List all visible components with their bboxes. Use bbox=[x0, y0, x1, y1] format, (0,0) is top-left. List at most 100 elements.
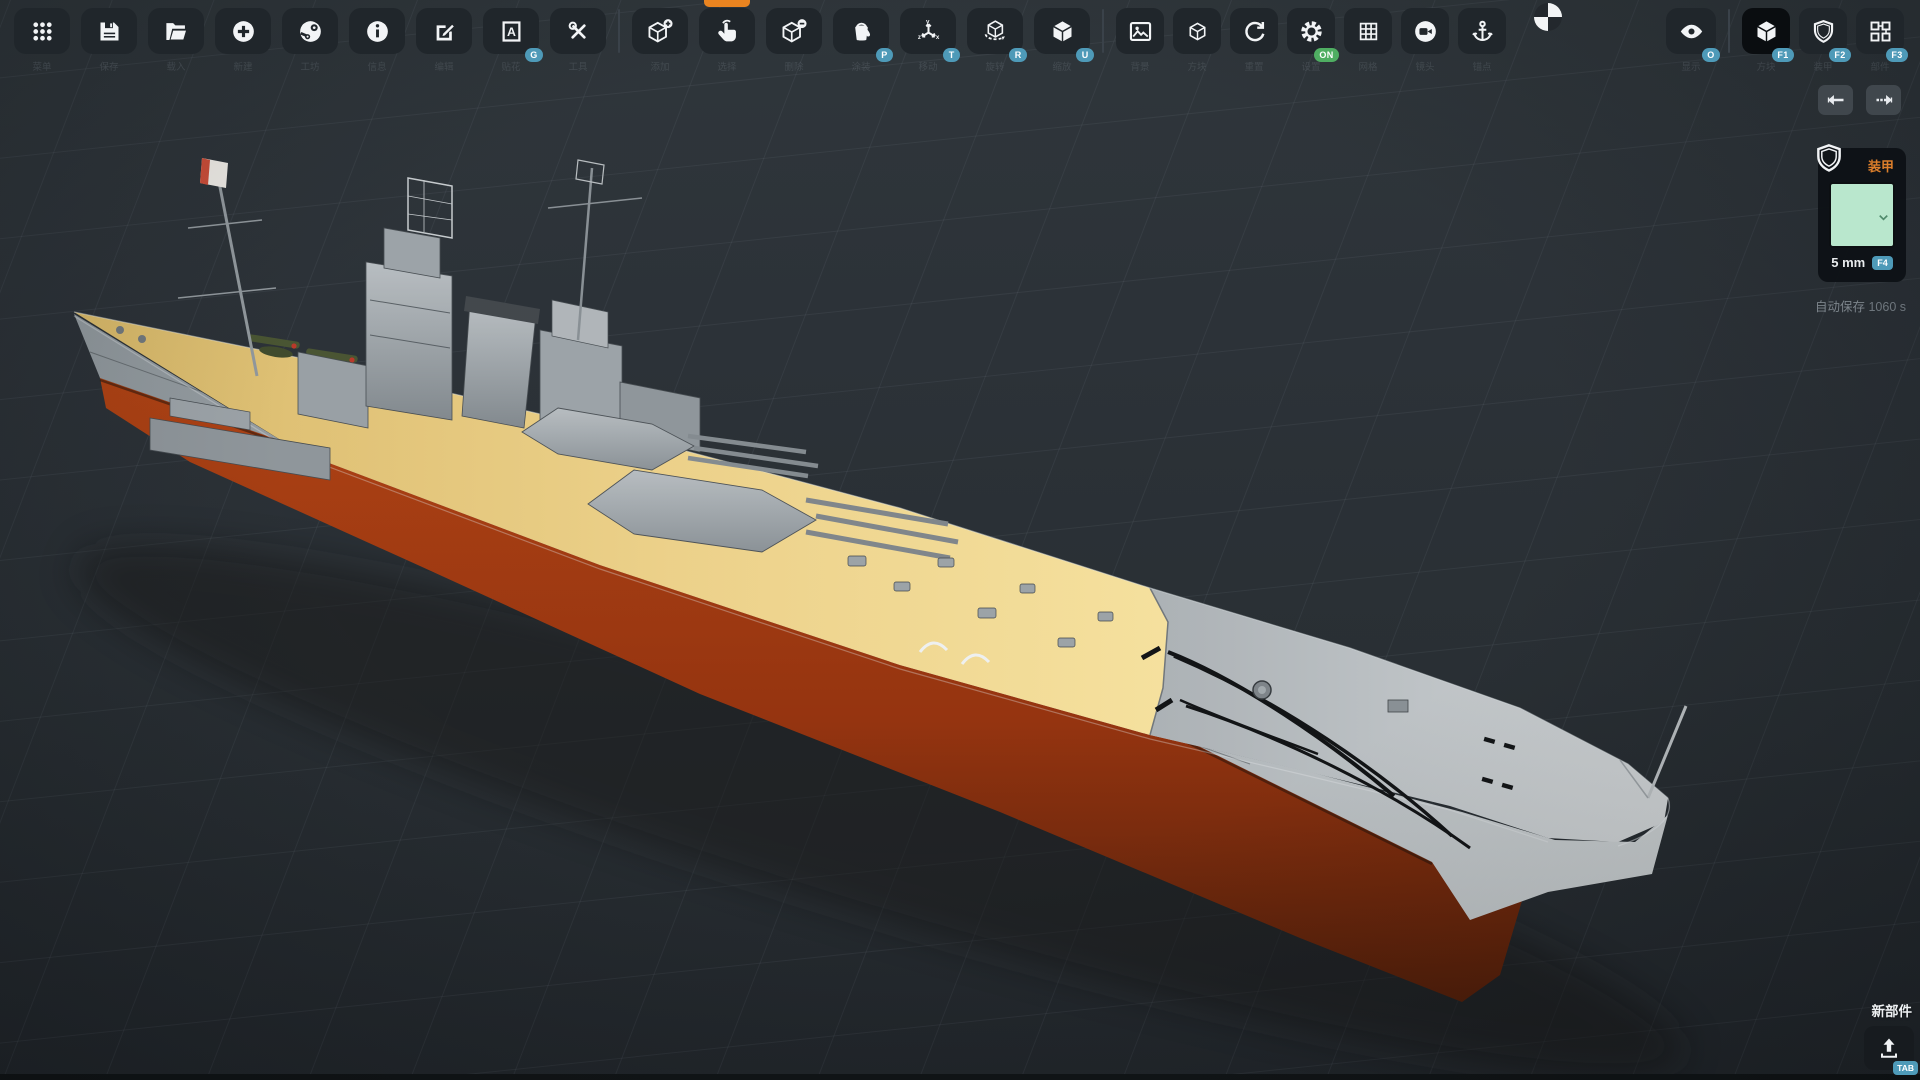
tool-label: 显示 bbox=[1681, 59, 1700, 73]
shortcut-badge: U bbox=[1076, 48, 1094, 62]
tool-settings-gear[interactable]: ON设置 bbox=[1287, 8, 1335, 54]
tool-label: 旋转 bbox=[985, 59, 1004, 73]
viewport-3d[interactable] bbox=[0, 0, 1920, 1080]
tool-tools[interactable]: 工具 bbox=[550, 8, 606, 54]
steam-workshop-icon bbox=[297, 18, 324, 45]
tool-scale-block[interactable]: U缩放 bbox=[1034, 8, 1090, 54]
toolbar-divider bbox=[1728, 9, 1730, 53]
camera-icon bbox=[1412, 18, 1439, 45]
tool-visibility-eye[interactable]: O显示 bbox=[1666, 8, 1716, 54]
tool-info[interactable]: 信息 bbox=[349, 8, 405, 54]
tool-grid[interactable]: 网格 bbox=[1344, 8, 1392, 54]
toolbar-group-build: 添加选择删除P涂装yxzT移动R旋转U缩放 bbox=[632, 8, 1090, 54]
decal-text-icon: A bbox=[498, 18, 525, 45]
tool-label: 保存 bbox=[99, 59, 118, 73]
select-hand-icon bbox=[714, 18, 741, 45]
view-blocks-icon bbox=[1753, 18, 1780, 45]
shortcut-badge: G bbox=[525, 48, 543, 62]
center-of-mass-icon bbox=[1534, 3, 1562, 31]
tool-label: 载入 bbox=[166, 59, 185, 73]
app-window: 菜单保存载入新建工坊信息编辑AG贴花工具添加选择删除P涂装yxzT移动R旋转U缩… bbox=[0, 0, 1920, 1080]
stern-flagstaff bbox=[1648, 706, 1686, 798]
radar-lattice bbox=[408, 178, 452, 238]
tool-label: 移动 bbox=[918, 59, 937, 73]
tool-camera[interactable]: 镜头 bbox=[1401, 8, 1449, 54]
undo-button[interactable] bbox=[1818, 85, 1853, 115]
reset-view-icon bbox=[1241, 18, 1268, 45]
tool-label: 背景 bbox=[1130, 59, 1149, 73]
undo-arrow-icon bbox=[1826, 90, 1846, 110]
app-menu-icon bbox=[29, 18, 56, 45]
tool-reset-view[interactable]: 重置 bbox=[1230, 8, 1278, 54]
scene-canvas bbox=[0, 0, 1920, 1080]
new-part-shortcut-badge: TAB bbox=[1893, 1061, 1918, 1075]
tool-view-armor[interactable]: F2装甲 bbox=[1799, 8, 1847, 54]
tool-move-axes[interactable]: yxzT移动 bbox=[900, 8, 956, 54]
tool-label: 锚点 bbox=[1472, 59, 1491, 73]
tool-label: 工具 bbox=[568, 59, 587, 73]
svg-text:A: A bbox=[507, 25, 516, 39]
tool-view-parts[interactable]: F3部件 bbox=[1856, 8, 1904, 54]
background-image-icon bbox=[1127, 18, 1154, 45]
tool-background-image[interactable]: 背景 bbox=[1116, 8, 1164, 54]
tool-label: 涂装 bbox=[851, 59, 870, 73]
add-block-icon bbox=[647, 18, 674, 45]
tool-block-style[interactable]: 方块 bbox=[1173, 8, 1221, 54]
tool-add-block[interactable]: 添加 bbox=[632, 8, 688, 54]
toolbar-group-view: 背景方块重置ON设置网格镜头锚点 bbox=[1116, 8, 1506, 54]
tool-label: 设置 bbox=[1301, 59, 1320, 73]
armor-shortcut-badge: F4 bbox=[1872, 256, 1893, 270]
tool-label: 选择 bbox=[717, 59, 736, 73]
new-part-control: 新部件 TAB bbox=[1864, 1000, 1914, 1070]
tool-select-hand[interactable]: 选择 bbox=[699, 8, 755, 54]
upload-arrow-icon bbox=[1877, 1036, 1901, 1060]
redo-button[interactable] bbox=[1866, 85, 1901, 115]
new-part-button[interactable]: TAB bbox=[1864, 1026, 1914, 1070]
toolbar-group-modes: F1方块F2装甲F3部件 bbox=[1742, 8, 1904, 54]
tool-edit[interactable]: 编辑 bbox=[416, 8, 472, 54]
svg-text:y: y bbox=[926, 18, 930, 25]
move-axes-icon: yxz bbox=[915, 18, 942, 45]
armor-color-dropdown[interactable] bbox=[1829, 182, 1895, 248]
tool-label: 镜头 bbox=[1415, 59, 1434, 73]
tool-open-folder[interactable]: 载入 bbox=[148, 8, 204, 54]
view-armor-icon bbox=[1810, 18, 1837, 45]
grid-icon bbox=[1355, 18, 1382, 45]
tool-label: 菜单 bbox=[32, 59, 51, 73]
tool-label: 装甲 bbox=[1813, 59, 1832, 73]
toolbar-divider bbox=[1102, 9, 1104, 53]
naval-ensign-flag bbox=[200, 158, 228, 188]
tool-label: 部件 bbox=[1870, 59, 1889, 73]
tool-app-menu[interactable]: 菜单 bbox=[14, 8, 70, 54]
tool-remove-block[interactable]: 删除 bbox=[766, 8, 822, 54]
toolbar-group-file: 菜单保存载入新建工坊信息编辑AG贴花工具 bbox=[14, 8, 606, 54]
tool-label: 新建 bbox=[233, 59, 252, 73]
tool-paint-bucket[interactable]: P涂装 bbox=[833, 8, 889, 54]
bottom-edge-strip bbox=[0, 1074, 1920, 1080]
tool-rotate-block[interactable]: R旋转 bbox=[967, 8, 1023, 54]
new-part-label: 新部件 bbox=[1872, 1000, 1915, 1020]
toolbar-divider bbox=[618, 9, 620, 53]
redo-arrow-icon bbox=[1874, 90, 1894, 110]
tool-label: 方块 bbox=[1756, 59, 1775, 73]
tool-view-blocks[interactable]: F1方块 bbox=[1742, 8, 1790, 54]
tool-anchor[interactable]: 锚点 bbox=[1458, 8, 1506, 54]
tool-label: 删除 bbox=[784, 59, 803, 73]
remove-block-icon bbox=[781, 18, 808, 45]
armor-panel: 装甲 5 mm F4 bbox=[1818, 148, 1906, 282]
shortcut-badge: P bbox=[876, 48, 893, 62]
battleship-model bbox=[46, 158, 1714, 1080]
tool-label: 方块 bbox=[1187, 59, 1206, 73]
tool-save[interactable]: 保存 bbox=[81, 8, 137, 54]
armor-thickness-value: 5 mm bbox=[1831, 255, 1865, 270]
toolbar-group-display: O显示 bbox=[1666, 8, 1716, 54]
block-style-icon bbox=[1184, 18, 1211, 45]
shortcut-badge: T bbox=[943, 48, 960, 62]
tool-label: 贴花 bbox=[501, 59, 520, 73]
tool-steam-workshop[interactable]: 工坊 bbox=[282, 8, 338, 54]
settings-gear-icon bbox=[1298, 18, 1325, 45]
tool-decal-text[interactable]: AG贴花 bbox=[483, 8, 539, 54]
visibility-eye-icon bbox=[1678, 18, 1705, 45]
tool-new-file[interactable]: 新建 bbox=[215, 8, 271, 54]
svg-text:x: x bbox=[935, 34, 939, 41]
